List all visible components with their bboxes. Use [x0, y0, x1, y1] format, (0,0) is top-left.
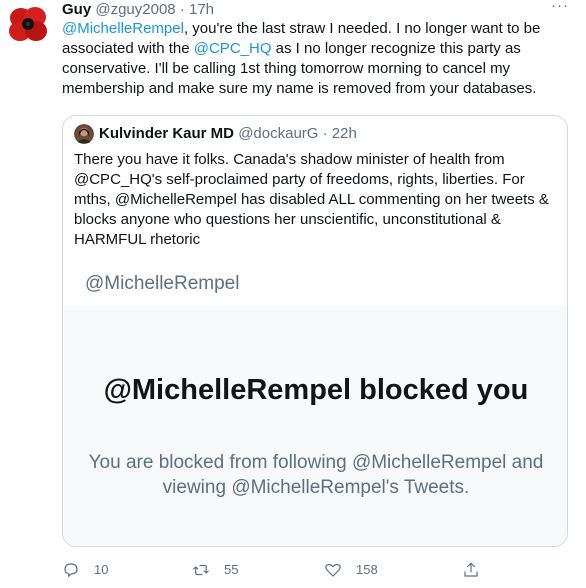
poppy-icon: [6, 2, 50, 46]
retweet-count: 55: [224, 562, 239, 577]
reply-icon: [64, 563, 78, 578]
quoted-author-handle: @dockaurG: [238, 125, 319, 142]
quoted-tweet[interactable]: Kulvinder Kaur MD @dockaurG · 22h There …: [62, 115, 568, 547]
more-icon[interactable]: ···: [548, 0, 572, 18]
author-name[interactable]: Guy: [62, 1, 91, 18]
tweet-header: Guy @zguy2008 · 17h: [62, 1, 214, 19]
like-count: 158: [356, 562, 378, 577]
image-handle-text: @MichelleRempel: [85, 273, 240, 294]
quoted-timestamp: 22h: [331, 125, 357, 142]
profile-photo-icon: [74, 124, 94, 144]
quoted-avatar: [74, 124, 94, 144]
heart-icon: [325, 563, 341, 577]
retweet-button[interactable]: 55: [192, 560, 238, 580]
tweet-text: @MichelleRempel, you're the last straw I…: [62, 19, 548, 99]
quoted-tweet-header: Kulvinder Kaur MD @dockaurG · 22h: [74, 124, 357, 144]
tweet[interactable]: Guy @zguy2008 · 17h ··· @MichelleRempel,…: [0, 0, 586, 588]
like-button[interactable]: 158: [324, 560, 378, 580]
share-icon: [464, 562, 478, 577]
separator: ·: [322, 125, 328, 142]
mention-link[interactable]: @CPC_HQ: [194, 40, 272, 57]
share-button[interactable]: [462, 560, 480, 580]
quoted-author-name: Kulvinder Kaur MD: [99, 125, 235, 142]
reply-button[interactable]: 10: [62, 560, 108, 580]
avatar[interactable]: [6, 2, 50, 46]
quoted-tweet-image[interactable]: @MichelleRempel @MichelleRempel blocked …: [63, 252, 567, 546]
reply-count: 10: [94, 562, 109, 577]
separator: ·: [179, 1, 185, 18]
author-handle[interactable]: @zguy2008: [95, 1, 175, 18]
blocked-subtitle: You are blocked from following @Michelle…: [88, 452, 544, 498]
blocked-title: @MichelleRempel blocked you: [103, 374, 529, 406]
retweet-icon: [193, 564, 209, 576]
quoted-tweet-text: There you have it folks. Canada's shadow…: [74, 151, 549, 248]
timestamp[interactable]: 17h: [189, 1, 214, 18]
blocked-panel: @MichelleRempel blocked you You are bloc…: [63, 306, 567, 546]
mention-link[interactable]: @MichelleRempel: [62, 20, 184, 37]
